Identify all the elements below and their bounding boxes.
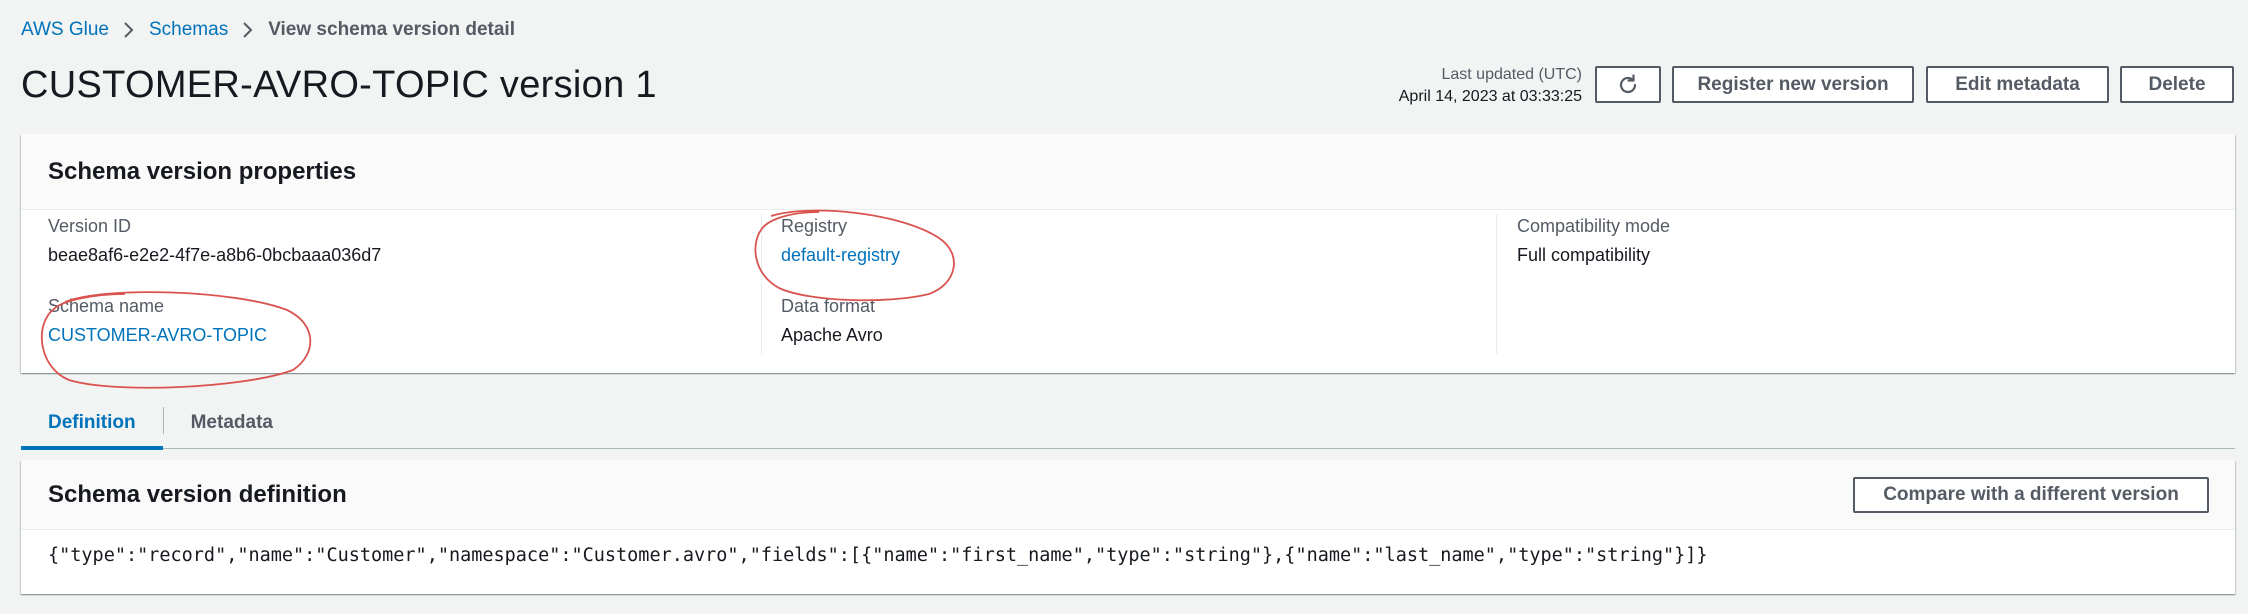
- properties-title: Schema version properties: [48, 157, 357, 185]
- schema-name-label: Schema name: [48, 296, 165, 316]
- data-format-field: Data format Apache Avro: [781, 294, 883, 348]
- compatibility-field: Compatibility mode Full compatibility: [1517, 214, 1670, 268]
- breadcrumb-aws-glue[interactable]: AWS Glue: [21, 19, 109, 41]
- delete-button[interactable]: Delete: [2120, 66, 2234, 103]
- last-updated-label: Last updated (UTC): [1441, 66, 1582, 83]
- last-updated: Last updated (UTC) April 14, 2023 at 03:…: [1399, 64, 1582, 108]
- data-format-label: Data format: [781, 296, 876, 316]
- registry-link[interactable]: default-registry: [781, 242, 900, 268]
- properties-column-1: Version ID beae8af6-e2e2-4f7e-a8b6-0bcba…: [48, 214, 748, 354]
- tab-definition[interactable]: Definition: [21, 398, 163, 450]
- breadcrumb: AWS Glue Schemas View schema version det…: [21, 16, 515, 44]
- edit-metadata-button[interactable]: Edit metadata: [1926, 66, 2109, 103]
- refresh-icon: [1617, 73, 1639, 96]
- chevron-right-icon: [123, 21, 135, 39]
- tab-metadata[interactable]: Metadata: [164, 398, 300, 448]
- register-new-version-button[interactable]: Register new version: [1672, 66, 1914, 103]
- compare-version-button[interactable]: Compare with a different version: [1853, 477, 2209, 513]
- data-format-value: Apache Avro: [781, 325, 883, 345]
- schema-name-link[interactable]: CUSTOMER-AVRO-TOPIC: [48, 322, 267, 348]
- registry-label: Registry: [781, 216, 848, 236]
- chevron-right-icon: [242, 21, 254, 39]
- compatibility-value: Full compatibility: [1517, 245, 1651, 265]
- definition-title: Schema version definition: [48, 480, 347, 508]
- version-id-label: Version ID: [48, 216, 132, 236]
- properties-column-2: Registry default-registry Data format Ap…: [761, 214, 1501, 354]
- schema-definition-code: {"type":"record","name":"Customer","name…: [48, 545, 1708, 566]
- breadcrumb-current: View schema version detail: [268, 19, 515, 40]
- tab-bar: Definition Metadata: [21, 398, 2235, 450]
- page-title: CUSTOMER-AVRO-TOPIC version 1: [21, 64, 657, 106]
- schema-version-definition-panel: Schema version definition Compare with a…: [21, 460, 2235, 594]
- breadcrumb-schemas[interactable]: Schemas: [149, 19, 228, 41]
- compatibility-label: Compatibility mode: [1517, 216, 1671, 236]
- panel-header: Schema version properties: [21, 134, 2235, 210]
- refresh-button[interactable]: [1595, 66, 1661, 103]
- registry-field: Registry default-registry: [781, 214, 900, 268]
- version-id-field: Version ID beae8af6-e2e2-4f7e-a8b6-0bcba…: [48, 214, 381, 268]
- schema-version-properties-panel: Schema version properties Version ID bea…: [21, 134, 2235, 389]
- schema-name-field: Schema name CUSTOMER-AVRO-TOPIC: [48, 294, 267, 348]
- properties-column-3: Compatibility mode Full compatibility: [1496, 214, 2217, 354]
- version-id-value: beae8af6-e2e2-4f7e-a8b6-0bcbaaa036d7: [48, 245, 382, 265]
- last-updated-value: April 14, 2023 at 03:33:25: [1398, 88, 1582, 105]
